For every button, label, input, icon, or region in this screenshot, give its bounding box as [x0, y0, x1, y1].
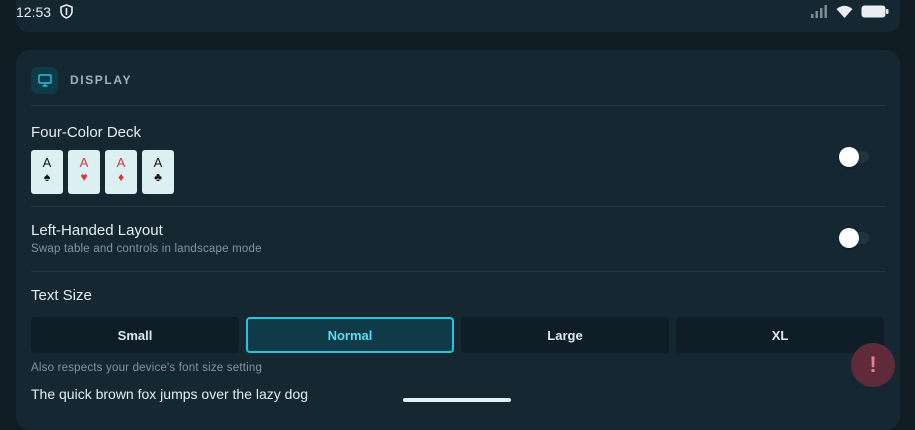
battery-icon	[861, 5, 889, 23]
card-ace-diamonds: A ♦	[105, 150, 137, 194]
wifi-icon	[836, 5, 853, 23]
card-rank: A	[79, 155, 89, 170]
status-time: 12:53	[16, 4, 52, 20]
divider	[31, 105, 885, 106]
text-size-note: Also respects your device's font size se…	[31, 362, 263, 374]
toggle-thumb	[839, 228, 859, 248]
card-ace-clubs: A ♣	[142, 150, 174, 194]
card-rank: A	[116, 155, 126, 170]
card-ace-hearts: A ♥	[68, 150, 100, 194]
shield-icon	[60, 4, 73, 24]
spade-icon: ♠	[43, 170, 51, 184]
status-icons	[810, 5, 889, 23]
deck-preview: A ♠ A ♥ A ♦ A ♣	[31, 150, 174, 194]
status-bar: 12:53	[0, 0, 915, 26]
text-size-normal-button[interactable]: Normal	[246, 317, 454, 353]
section-title: DISPLAY	[70, 73, 133, 87]
section-header: DISPLAY	[31, 66, 132, 94]
text-size-preview: The quick brown fox jumps over the lazy …	[31, 386, 309, 402]
heart-icon: ♥	[80, 170, 88, 184]
club-icon: ♣	[154, 170, 162, 184]
signal-icon	[810, 5, 828, 23]
left-handed-title: Left-Handed Layout	[31, 222, 163, 239]
toggle-thumb	[839, 147, 859, 167]
divider	[31, 206, 885, 207]
card-rank: A	[153, 155, 163, 170]
monitor-icon	[31, 66, 58, 94]
card-ace-spades: A ♠	[31, 150, 63, 194]
text-size-xl-button[interactable]: XL	[676, 317, 884, 353]
card-rank: A	[42, 155, 52, 170]
text-size-title: Text Size	[31, 287, 92, 304]
home-indicator[interactable]	[403, 398, 511, 402]
left-handed-toggle[interactable]	[839, 228, 869, 248]
feedback-button[interactable]: !	[851, 343, 895, 387]
left-handed-subtitle: Swap table and controls in landscape mod…	[31, 243, 262, 255]
display-settings-panel: DISPLAY Four-Color Deck A ♠ A ♥ A ♦ A ♣ …	[16, 50, 900, 430]
four-color-deck-title: Four-Color Deck	[31, 124, 142, 141]
diamond-icon: ♦	[117, 170, 125, 184]
text-size-large-button[interactable]: Large	[461, 317, 669, 353]
four-color-deck-toggle[interactable]	[839, 147, 869, 167]
text-size-options: Small Normal Large XL	[31, 317, 884, 353]
text-size-small-button[interactable]: Small	[31, 317, 239, 353]
divider	[31, 271, 885, 272]
